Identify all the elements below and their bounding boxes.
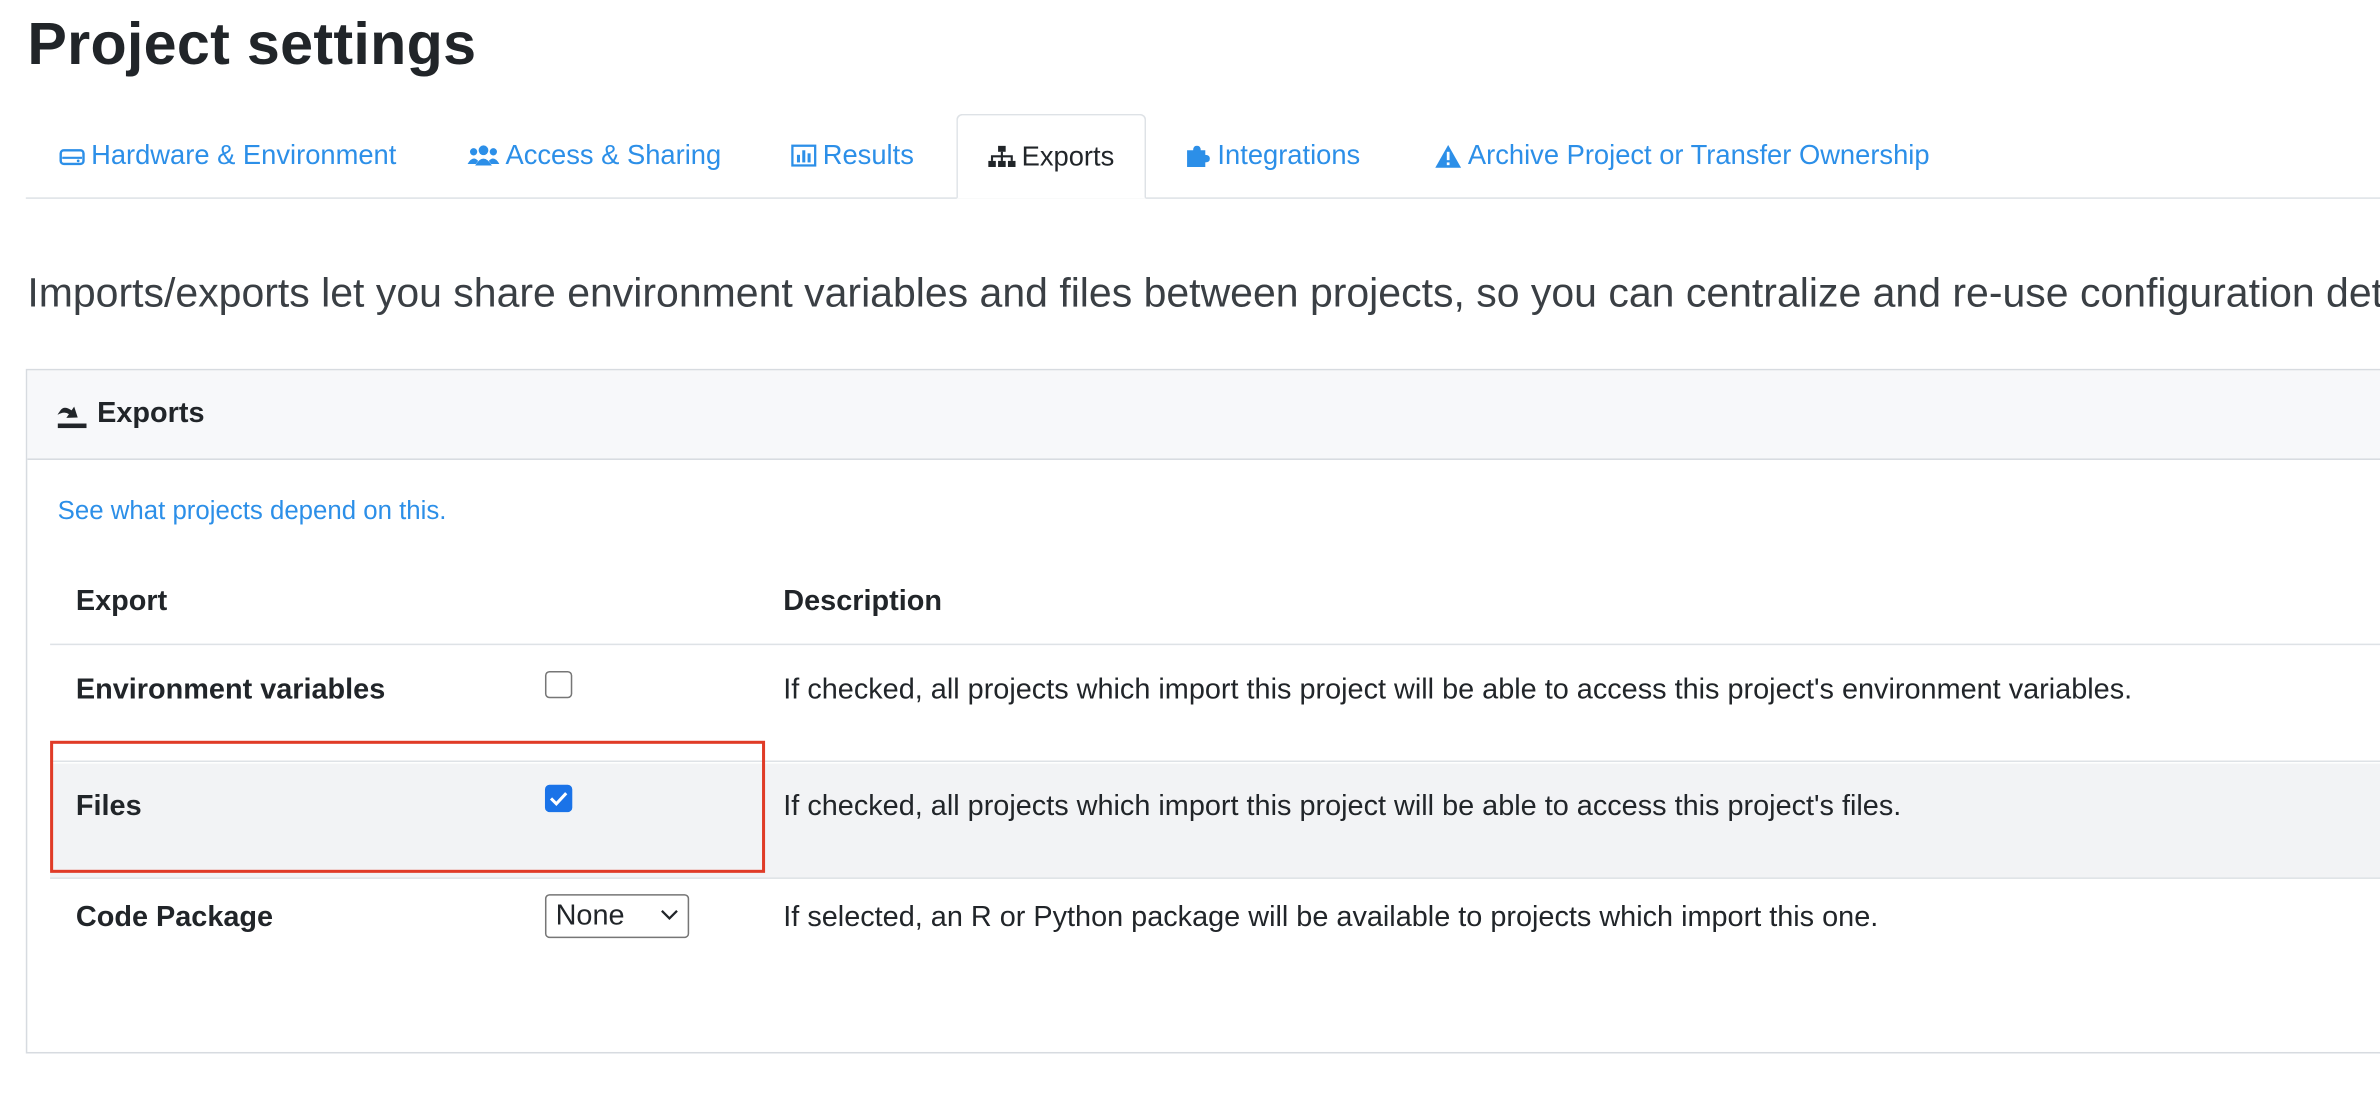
intro-text: Imports/exports let you share environmen… [27, 270, 2380, 316]
export-column-header: Export [75, 585, 168, 618]
code-package-select[interactable]: None [544, 894, 690, 939]
tab-archive-transfer[interactable]: Archive Project or Transfer Ownership [1435, 114, 1930, 197]
export-description: If checked, all projects which import th… [783, 790, 1902, 823]
export-name: Code Package [75, 901, 274, 934]
table-header-row: Export Description [50, 560, 2380, 646]
card-title: Exports [97, 397, 205, 430]
card-header: Exports [27, 370, 2380, 460]
chevron-down-icon [660, 909, 678, 921]
warning-icon [1435, 143, 1462, 167]
tab-integrations[interactable]: Integrations [1186, 114, 1361, 197]
environment-variables-checkbox[interactable] [544, 670, 573, 699]
settings-tabs: Hardware & Environment Access & Sharing … [25, 113, 2380, 199]
bar-chart-icon [791, 144, 817, 167]
exports-card: Exports See what projects depend on this… [25, 368, 2380, 1054]
export-description: If selected, an R or Python package will… [783, 901, 1879, 934]
sitemap-icon [988, 144, 1016, 168]
hard-drive-icon [59, 145, 85, 166]
tab-label: Access & Sharing [505, 139, 722, 171]
page-title: Project settings [27, 12, 477, 78]
select-value: None [555, 899, 625, 932]
tab-hardware-environment[interactable]: Hardware & Environment [59, 114, 396, 197]
tab-exports[interactable]: Exports [956, 113, 1147, 199]
tab-results[interactable]: Results [791, 114, 914, 197]
tab-label: Hardware & Environment [91, 139, 397, 171]
puzzle-piece-icon [1186, 143, 1212, 167]
tab-label: Exports [1021, 140, 1115, 171]
highlight-annotation [50, 740, 766, 873]
see-dependents-link[interactable]: See what projects depend on this. [58, 496, 447, 526]
export-name: Environment variables [75, 673, 386, 706]
description-column-header: Description [783, 585, 942, 618]
tab-label: Archive Project or Transfer Ownership [1467, 139, 1930, 171]
tab-label: Results [822, 139, 914, 171]
table-row: Code Package None If selected, an R or P… [50, 880, 2380, 971]
tab-access-sharing[interactable]: Access & Sharing [467, 114, 722, 197]
export-description: If checked, all projects which import th… [783, 673, 2133, 706]
tab-label: Integrations [1217, 139, 1361, 171]
users-icon [467, 144, 500, 167]
export-icon [57, 400, 87, 429]
